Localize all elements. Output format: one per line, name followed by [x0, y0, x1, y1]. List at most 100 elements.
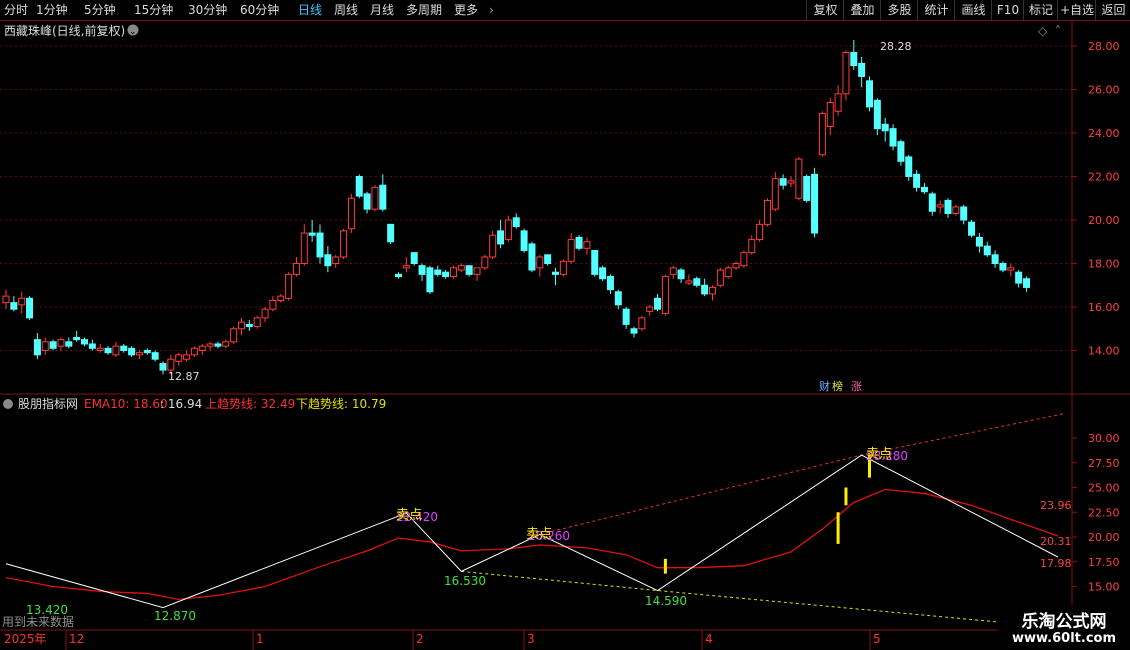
down-trend-line [461, 570, 1066, 629]
candle-up [473, 267, 481, 275]
watermark-line-2: www.60lt.com [1011, 631, 1117, 646]
indicator-name[interactable]: 股朋指标网 [18, 396, 78, 411]
candle-down [850, 52, 858, 67]
candle-up [826, 102, 834, 127]
candle-up [952, 206, 960, 214]
ema-value: EMA10: 18.60 [84, 397, 168, 411]
low-value-2: 16.530 [444, 574, 486, 588]
candlestick-series [2, 39, 1030, 375]
candle-up [559, 260, 567, 275]
candle-up [834, 93, 842, 112]
candle-down [999, 263, 1007, 271]
cai-badge[interactable]: 财 [819, 379, 830, 393]
price-tick-label: 20.00 [1088, 214, 1120, 227]
candle-up [732, 263, 740, 269]
candle-up [261, 308, 269, 319]
diamond-icon[interactable]: ◇ [1038, 24, 1048, 38]
candle-down [512, 217, 520, 228]
candle-down [324, 254, 332, 267]
candle-up [198, 345, 206, 351]
candle-down [811, 173, 819, 234]
candle-down [944, 199, 952, 214]
candle-down [630, 328, 638, 334]
candle-down [881, 123, 889, 132]
candle-down [434, 269, 442, 275]
candle-up [504, 219, 512, 241]
stock-title[interactable]: 西藏珠峰(日线,前复权) [4, 23, 125, 38]
candle-down [991, 254, 999, 265]
candle-down [497, 230, 505, 245]
candle-up [740, 252, 748, 267]
candle-up [748, 239, 756, 254]
candle-down [654, 297, 662, 310]
candle-down [1015, 271, 1023, 284]
chevron-up-icon[interactable]: ˄ [1055, 24, 1061, 38]
candle-down [10, 302, 18, 310]
candle-up [292, 263, 300, 275]
candle-up [112, 345, 120, 356]
candle-up [269, 299, 277, 310]
candle-down [606, 276, 614, 291]
grid-lines [0, 45, 1077, 587]
candle-down [33, 339, 41, 356]
watermark-line-1: 乐淘公式网 [1021, 612, 1107, 632]
candle-down [897, 141, 905, 162]
candle-up [661, 276, 669, 315]
candle-down [779, 178, 787, 186]
candle-down [363, 193, 371, 210]
signal-bar [836, 512, 840, 544]
candle-up [253, 317, 261, 328]
indicator-tick-label: 22.50 [1088, 506, 1120, 519]
indicator-tick-label: 20.00 [1088, 531, 1120, 544]
sell-point-label-1: 卖点 [396, 508, 422, 523]
indicator-tick-label: 30.00 [1088, 432, 1120, 445]
candle-down [104, 347, 112, 354]
candle-up [646, 306, 654, 312]
indicator-menu-icon[interactable] [3, 399, 13, 409]
candle-up [763, 199, 771, 225]
candle-down [159, 363, 167, 371]
price-tick-label: 14.00 [1088, 345, 1120, 358]
candle-down [387, 223, 395, 243]
indicator-lines [5, 412, 1066, 629]
indicator-tick-label: 27.50 [1088, 457, 1120, 470]
candle-down [442, 271, 450, 278]
candle-up [285, 273, 293, 299]
right-value-2: 20.31 [1040, 535, 1072, 548]
candle-down [701, 284, 709, 295]
candle-down [968, 221, 976, 236]
month-label-5: 5 [873, 632, 881, 646]
candle-up [347, 197, 355, 230]
candle-down [928, 193, 936, 212]
candle-up [183, 354, 191, 360]
candle-down [214, 343, 222, 347]
candle-down [693, 278, 701, 286]
candle-up [175, 354, 183, 362]
candle-down [858, 62, 866, 77]
candle-up [583, 241, 591, 249]
high-price-label: 28.28 [880, 40, 912, 53]
y-tick-labels: 14.00 16.00 18.00 20.00 22.00 24.00 26.00 28.00… [1088, 40, 1120, 594]
stock-chart[interactable]: 14.00 16.00 18.00 20.00 22.00 24.00 26.00 28.00… [0, 0, 1130, 650]
bang-badge[interactable]: 榜 [832, 379, 843, 393]
ema-line [5, 488, 1059, 601]
candle-down [49, 341, 57, 349]
candle-down [528, 243, 536, 271]
candle-down [866, 80, 873, 108]
year-label: 2025年 [4, 632, 47, 646]
candle-down [803, 176, 811, 201]
candle-down [355, 176, 363, 197]
candle-up [41, 341, 49, 351]
month-label-12: 12 [69, 632, 84, 646]
zhang-badge[interactable]: 涨 [851, 380, 862, 393]
candle-up [238, 321, 245, 330]
candle-up [402, 265, 410, 269]
candle-down [920, 186, 928, 193]
candle-up [135, 352, 143, 356]
candle-down [465, 265, 473, 275]
price-tick-label: 24.00 [1088, 127, 1120, 140]
candle-down [544, 254, 552, 265]
candle-up [638, 317, 646, 330]
candle-down [873, 99, 881, 130]
month-label-3: 3 [527, 632, 535, 646]
